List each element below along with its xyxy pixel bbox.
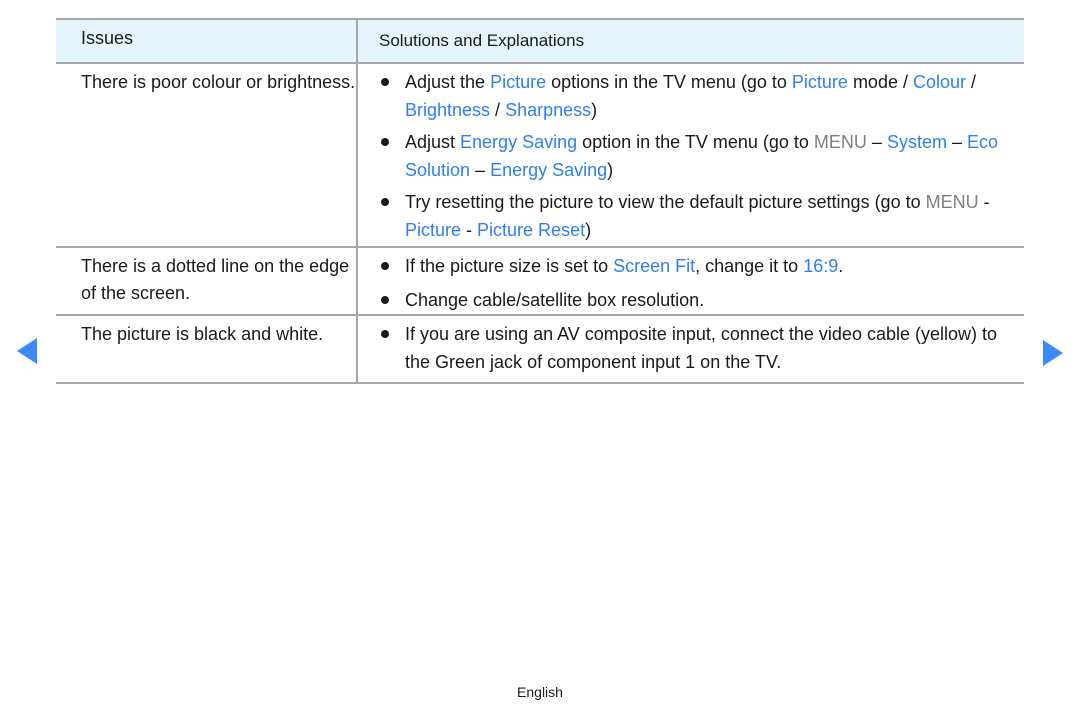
solution-text: . — [838, 256, 844, 276]
menu-path-link: Brightness — [405, 100, 491, 120]
table-row: There is poor colour or brightness. Adju… — [56, 64, 1024, 248]
solution-item: Try resetting the picture to view the de… — [379, 188, 1016, 244]
solution-text: , change it to — [695, 256, 804, 276]
solution-cell: If you are using an AV composite input, … — [358, 316, 1024, 382]
table-row: There is a dotted line on the edge of th… — [56, 248, 1024, 316]
footer-language: English — [517, 684, 563, 700]
troubleshooting-table: Issues Solutions and Explanations There … — [56, 18, 1024, 384]
menu-path-link: System — [886, 132, 947, 152]
solution-item: If you are using an AV composite input, … — [379, 320, 1016, 376]
menu-path-link: Picture — [490, 72, 547, 92]
menu-path-link: 16:9 — [803, 256, 839, 276]
solution-text: option in the TV menu (go to — [577, 132, 814, 152]
issue-cell: The picture is black and white. — [56, 316, 358, 382]
menu-path-link: Picture — [791, 72, 848, 92]
solution-list: If you are using an AV composite input, … — [379, 316, 1016, 376]
solution-list: Adjust the Picture options in the TV men… — [379, 64, 1016, 244]
solution-text: - — [461, 220, 478, 240]
solution-text: / — [966, 72, 977, 92]
solution-text: If you are using an AV composite input, … — [405, 324, 998, 372]
menu-path-link: Picture Reset — [477, 220, 586, 240]
menu-key-label: MENU — [813, 132, 867, 152]
solution-text: options in the TV menu (go to — [546, 72, 792, 92]
next-page-button[interactable] — [1043, 340, 1063, 366]
solution-text: – — [470, 160, 491, 180]
solution-item: If the picture size is set to Screen Fit… — [379, 252, 1016, 280]
solution-text: Change cable/satellite box resolution. — [405, 290, 705, 310]
solution-text: Try resetting the picture to view the de… — [405, 192, 926, 212]
solution-item: Change cable/satellite box resolution. — [379, 286, 1016, 314]
issue-cell: There is poor colour or brightness. — [56, 64, 358, 246]
table-row: The picture is black and white. If you a… — [56, 316, 1024, 384]
solution-text: / — [490, 100, 506, 120]
menu-path-link: Colour — [912, 72, 966, 92]
menu-path-link: Sharpness — [505, 100, 592, 120]
solution-list: If the picture size is set to Screen Fit… — [379, 248, 1016, 314]
menu-path-link: Energy Saving — [460, 132, 578, 152]
solution-text: If the picture size is set to — [405, 256, 614, 276]
solution-text: – — [866, 132, 887, 152]
solution-item: Adjust Energy Saving option in the TV me… — [379, 128, 1016, 184]
solution-text: Adjust the — [405, 72, 491, 92]
menu-key-label: MENU — [925, 192, 979, 212]
solution-item: Adjust the Picture options in the TV men… — [379, 68, 1016, 124]
solution-text: ) — [607, 160, 614, 180]
header-issues: Issues — [56, 20, 358, 62]
previous-page-button[interactable] — [17, 338, 37, 364]
solution-text: mode / — [847, 72, 913, 92]
header-solutions: Solutions and Explanations — [379, 31, 585, 50]
menu-path-link: Energy Saving — [490, 160, 608, 180]
menu-path-link: Picture — [405, 220, 462, 240]
solution-cell: Adjust the Picture options in the TV men… — [358, 64, 1024, 246]
table-header-row: Issues Solutions and Explanations — [56, 20, 1024, 64]
menu-path-link: Screen Fit — [613, 256, 696, 276]
solution-text: – — [946, 132, 967, 152]
solution-text: Adjust — [405, 132, 461, 152]
solution-text: - — [978, 192, 990, 212]
solution-text: ) — [585, 220, 592, 240]
manual-page: Issues Solutions and Explanations There … — [0, 0, 1080, 705]
issue-cell: There is a dotted line on the edge of th… — [56, 248, 358, 314]
solution-text: ) — [591, 100, 598, 120]
solution-cell: If the picture size is set to Screen Fit… — [358, 248, 1024, 314]
